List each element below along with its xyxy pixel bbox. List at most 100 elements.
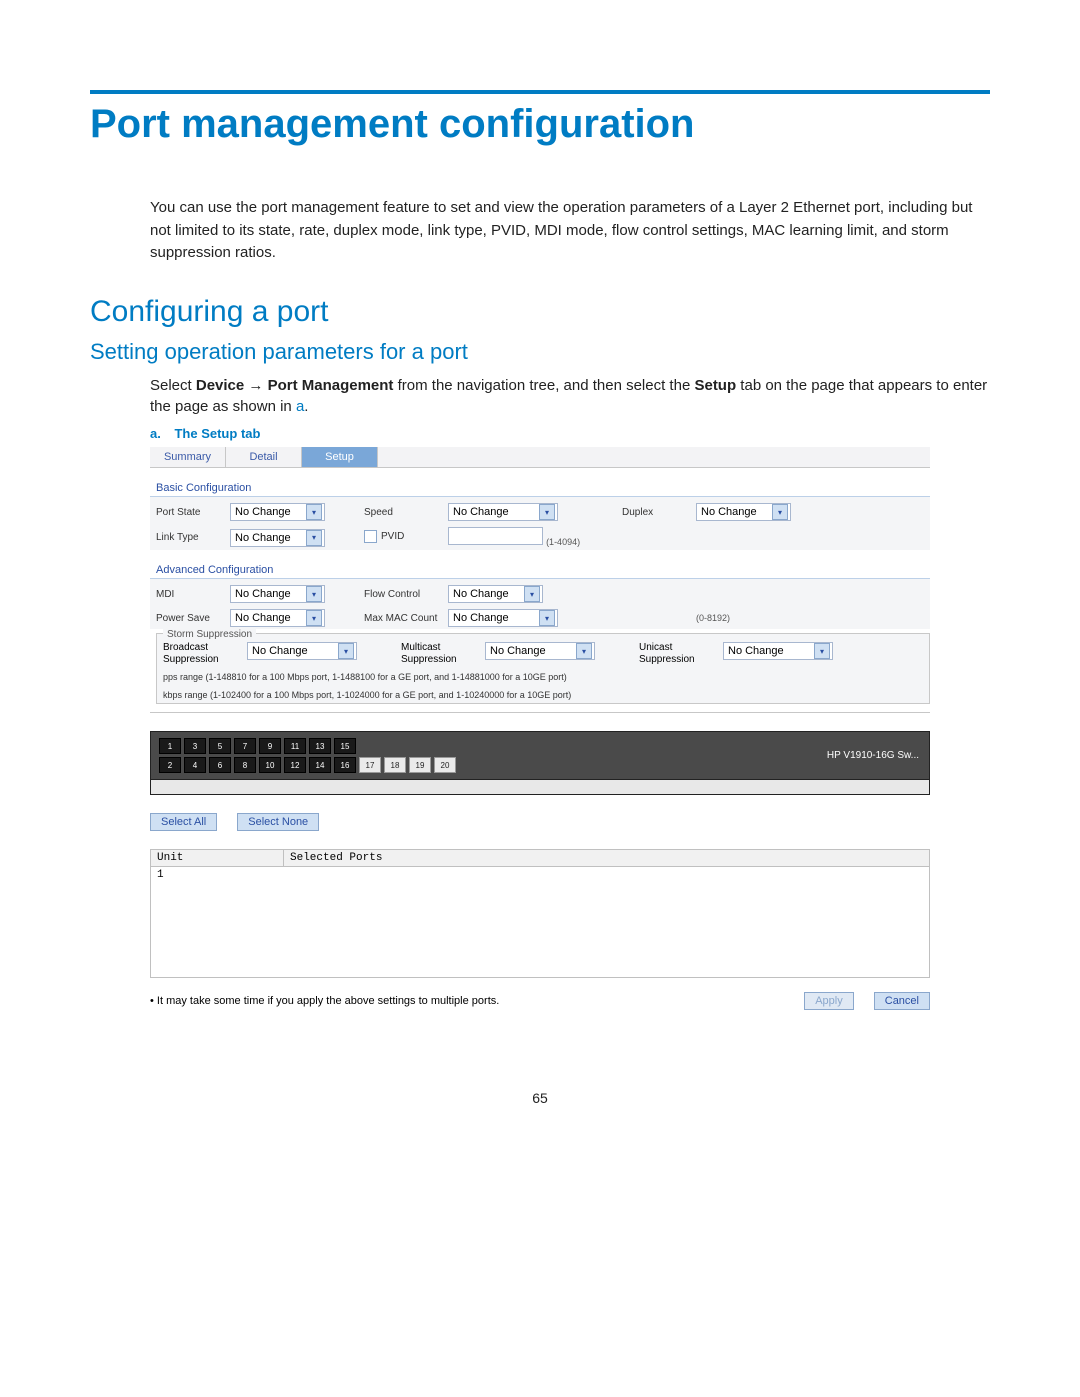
chevron-down-icon: ▾: [306, 530, 322, 546]
label-flow-control: Flow Control: [364, 589, 444, 600]
basic-config-title: Basic Configuration: [150, 468, 930, 497]
label-multicast: Multicast Suppression: [401, 642, 481, 666]
label-duplex: Duplex: [622, 507, 692, 518]
port-18[interactable]: 18: [384, 757, 406, 773]
port-1[interactable]: 1: [159, 738, 181, 754]
select-button-row: Select All Select None: [150, 813, 930, 831]
select-duplex[interactable]: No Change ▾: [696, 503, 791, 521]
storm-note-kbps: kbps range (1-102400 for a 100 Mbps port…: [163, 690, 923, 702]
port-16[interactable]: 16: [334, 757, 356, 773]
port-17[interactable]: 17: [359, 757, 381, 773]
section-h2: Configuring a port: [90, 295, 990, 329]
select-unicast[interactable]: No Change ▾: [723, 642, 833, 660]
switch-base: [150, 780, 930, 795]
select-value: No Change: [701, 506, 757, 518]
section-h3: Setting operation parameters for a port: [90, 339, 990, 365]
doc-title: Port management configuration: [90, 102, 990, 147]
intro-paragraph: You can use the port management feature …: [150, 197, 990, 265]
select-speed[interactable]: No Change ▾: [448, 503, 558, 521]
label-link-type: Link Type: [156, 532, 226, 543]
label-port-state: Port State: [156, 507, 226, 518]
tab-setup[interactable]: Setup: [302, 447, 378, 467]
select-max-mac[interactable]: No Change ▾: [448, 609, 558, 627]
select-value: No Change: [453, 612, 509, 624]
input-pvid[interactable]: [448, 527, 543, 545]
unit-value: 1: [151, 867, 283, 883]
port-15[interactable]: 15: [334, 738, 356, 754]
select-port-state[interactable]: No Change ▾: [230, 503, 325, 521]
port-4[interactable]: 4: [184, 757, 206, 773]
bold-device: Device: [196, 377, 244, 394]
port-14[interactable]: 14: [309, 757, 331, 773]
port-20[interactable]: 20: [434, 757, 456, 773]
bold-port-mgmt: Port Management: [268, 377, 394, 394]
select-value: No Change: [453, 588, 509, 600]
port-13[interactable]: 13: [309, 738, 331, 754]
hint-pvid: (1-4094): [546, 537, 580, 547]
checkbox-pvid[interactable]: PVID: [364, 530, 404, 543]
chevron-down-icon: ▾: [814, 643, 830, 659]
select-flow-control[interactable]: No Change ▾: [448, 585, 543, 603]
top-rule: [90, 90, 990, 94]
select-mdi[interactable]: No Change ▾: [230, 585, 325, 603]
port-2[interactable]: 2: [159, 757, 181, 773]
select-broadcast[interactable]: No Change ▾: [247, 642, 357, 660]
select-value: No Change: [490, 645, 546, 657]
chevron-down-icon: ▾: [338, 643, 354, 659]
cancel-button[interactable]: Cancel: [874, 992, 930, 1010]
caption-letter: a.: [150, 426, 161, 441]
select-value: No Change: [235, 506, 291, 518]
select-power-save[interactable]: No Change ▾: [230, 609, 325, 627]
caption-post: tab: [237, 426, 260, 441]
port-11[interactable]: 11: [284, 738, 306, 754]
port-6[interactable]: 6: [209, 757, 231, 773]
select-multicast[interactable]: No Change ▾: [485, 642, 595, 660]
port-3[interactable]: 3: [184, 738, 206, 754]
port-10[interactable]: 10: [259, 757, 281, 773]
tab-bar: Summary Detail Setup: [150, 447, 930, 468]
bold-setup: Setup: [694, 377, 736, 394]
caption-pre: The: [174, 426, 201, 441]
chevron-down-icon: ▾: [306, 504, 322, 520]
caption-bold: Setup: [201, 426, 237, 441]
divider: [150, 712, 930, 713]
port-9[interactable]: 9: [259, 738, 281, 754]
port-8[interactable]: 8: [234, 757, 256, 773]
port-12[interactable]: 12: [284, 757, 306, 773]
port-7[interactable]: 7: [234, 738, 256, 754]
select-value: No Change: [252, 645, 308, 657]
body-paragraph: Select Device → Port Management from the…: [150, 375, 990, 419]
tab-detail[interactable]: Detail: [226, 447, 302, 467]
chevron-down-icon: ▾: [539, 610, 555, 626]
storm-suppression-group: Storm Suppression Broadcast Suppression …: [156, 633, 930, 704]
apply-button[interactable]: Apply: [804, 992, 854, 1010]
col-selected-ports: Selected Ports: [284, 850, 929, 866]
text: Select: [150, 377, 196, 394]
checkbox-label: PVID: [381, 531, 404, 542]
chevron-down-icon: ▾: [576, 643, 592, 659]
advanced-config-form: MDI No Change ▾ Flow Control No Change ▾…: [150, 579, 930, 629]
apply-note: It may take some time if you apply the a…: [150, 995, 499, 1007]
select-link-type[interactable]: No Change ▾: [230, 529, 325, 547]
select-all-button[interactable]: Select All: [150, 813, 217, 831]
checkbox-box-icon: [364, 530, 377, 543]
port-5[interactable]: 5: [209, 738, 231, 754]
select-none-button[interactable]: Select None: [237, 813, 319, 831]
hint-max-mac: (0-8192): [696, 613, 826, 623]
selected-ports-header: Unit Selected Ports: [150, 849, 930, 867]
page-number: 65: [90, 1090, 990, 1106]
port-19[interactable]: 19: [409, 757, 431, 773]
switch-port-panel: 1234567891011121314151617181920 HP V1910…: [150, 731, 930, 780]
label-max-mac: Max MAC Count: [364, 613, 444, 624]
storm-legend: Storm Suppression: [163, 629, 256, 640]
label-unicast: Unicast Suppression: [639, 642, 719, 666]
chevron-down-icon: ▾: [306, 586, 322, 602]
storm-note-pps: pps range (1-148810 for a 100 Mbps port,…: [163, 672, 923, 684]
label-pvid: PVID: [364, 530, 444, 546]
text: .: [304, 398, 308, 415]
text: from the navigation tree, and then selec…: [393, 377, 694, 394]
chevron-down-icon: ▾: [306, 610, 322, 626]
label-power-save: Power Save: [156, 613, 226, 624]
figure-caption: a. The Setup tab: [150, 426, 990, 441]
tab-summary[interactable]: Summary: [150, 447, 226, 467]
